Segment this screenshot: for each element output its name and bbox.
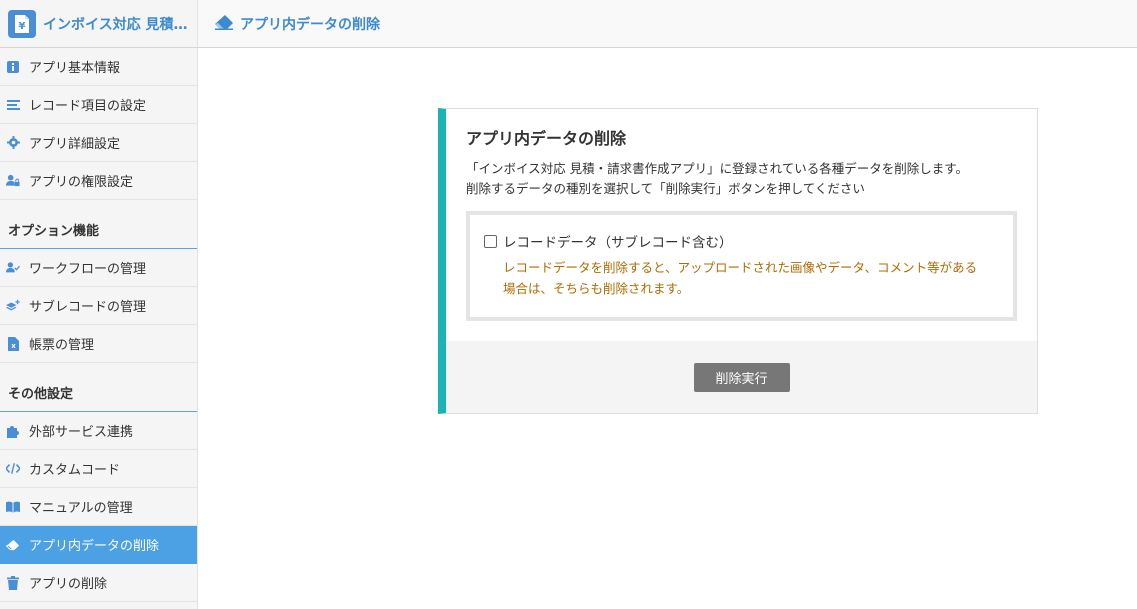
user-check-icon [6,261,20,275]
eraser-icon [214,14,234,34]
sidebar-item-permissions[interactable]: アプリの権限設定 [0,162,197,200]
sidebar-item-label: アプリ詳細設定 [29,137,121,152]
warning-line: レコードデータを削除すると、アップロードされた画像やデータ、コメント等がある [503,260,978,275]
warning-line: 場合は、そちらも削除されます。 [503,281,690,296]
sidebar-item-app-info[interactable]: アプリ基本情報 [0,48,197,86]
description-line: 削除するデータの種別を選択して「削除実行」ボタンを押してください [466,181,865,196]
app-logo-icon: ¥ [8,9,36,38]
sidebar-item-label: レコード項目の設定 [29,99,147,114]
card-footer: 削除実行 [446,341,1037,413]
sidebar-item-label: アプリの削除 [29,577,108,592]
section-heading-options: オプション機能 [0,200,197,249]
puzzle-icon [6,424,20,438]
sidebar-item-delete-app[interactable]: アプリの削除 [0,564,197,602]
card-title: アプリ内データの削除 [466,129,627,148]
sidebar-item-forms[interactable]: x 帳票の管理 [0,325,197,363]
record-data-checkbox[interactable] [484,234,497,248]
section-heading-other: その他設定 [0,363,197,412]
record-data-warning: レコードデータを削除すると、アップロードされた画像やデータ、コメント等がある 場… [503,257,999,299]
sidebar-item-external-service[interactable]: 外部サービス連携 [0,412,197,450]
page-header: アプリ内データの削除 [198,0,1137,48]
record-data-label[interactable]: レコードデータ（サブレコード含む） [503,231,733,251]
sidebar-item-label: 帳票の管理 [29,338,95,353]
sidebar-item-manual[interactable]: マニュアルの管理 [0,488,197,526]
record-data-option[interactable]: レコードデータ（サブレコード含む） [484,231,999,251]
sidebar-item-label: ワークフローの管理 [29,262,147,277]
card-body: アプリ内データの削除 「インボイス対応 見積・請求書作成アプリ」に登録されている… [446,109,1037,341]
excel-file-icon: x [6,336,20,351]
delete-data-card: アプリ内データの削除 「インボイス対応 見積・請求書作成アプリ」に登録されている… [438,108,1038,414]
book-icon [6,500,20,514]
execute-delete-button[interactable]: 削除実行 [693,362,790,392]
list-icon [6,98,20,112]
page-title: アプリ内データの削除 [240,16,380,33]
sidebar-item-label: カスタムコード [29,463,121,478]
app-name: インボイス対応 見積・請求書作成アプリ [43,16,193,33]
sidebar-item-record-fields[interactable]: レコード項目の設定 [0,86,197,124]
sidebar-item-label: マニュアルの管理 [29,501,133,516]
sidebar-item-label: サブレコードの管理 [29,300,147,315]
sidebar-item-label: アプリ内データの削除 [29,539,160,554]
sidebar-item-workflow[interactable]: ワークフローの管理 [0,249,197,287]
svg-text:¥: ¥ [19,21,26,32]
sidebar-item-app-details[interactable]: アプリ詳細設定 [0,124,197,162]
svg-text:x: x [11,342,16,350]
description-line: 「インボイス対応 見積・請求書作成アプリ」に登録されている各種データを削除します… [466,161,968,176]
option-box: レコードデータ（サブレコード含む） レコードデータを削除すると、アップロードされ… [466,211,1017,321]
sidebar-item-custom-code[interactable]: カスタムコード [0,450,197,488]
info-icon [6,60,20,74]
layers-plus-icon [6,299,20,313]
trash-icon [6,575,20,590]
sidebar-item-subrecord[interactable]: サブレコードの管理 [0,287,197,325]
sidebar-item-label: アプリの権限設定 [29,175,134,190]
sidebar-item-delete-app-data[interactable]: アプリ内データの削除 [0,526,197,564]
eraser-icon [6,538,20,552]
code-icon [6,462,20,476]
user-lock-icon [6,174,20,188]
sidebar-item-label: 外部サービス連携 [29,425,134,440]
app-title-bar[interactable]: ¥ インボイス対応 見積・請求書作成アプリ [0,0,198,48]
gear-icon [6,136,20,150]
sidebar: アプリ基本情報 レコード項目の設定 アプリ詳細設定 アプリの権限設定 オプション… [0,48,198,609]
sidebar-item-label: アプリ基本情報 [29,61,121,76]
card-description: 「インボイス対応 見積・請求書作成アプリ」に登録されている各種データを削除します… [466,159,1017,199]
